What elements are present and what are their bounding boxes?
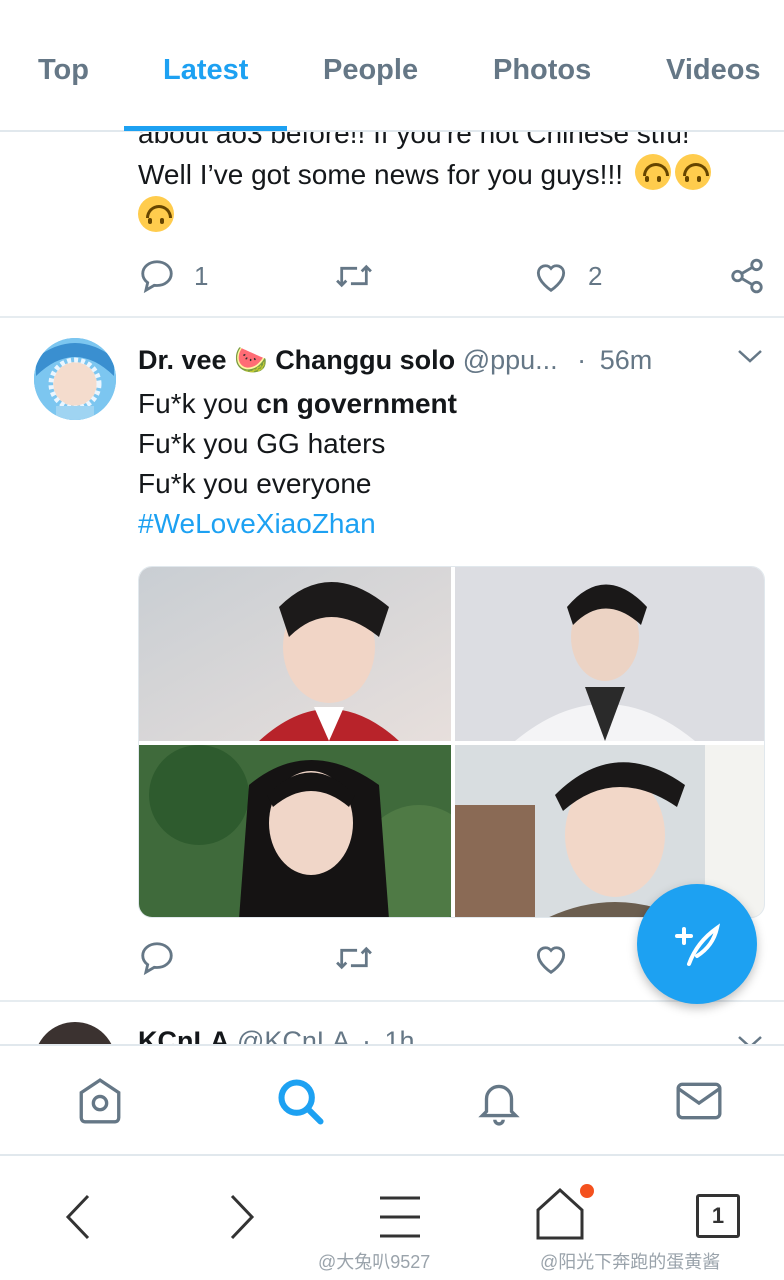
dot-separator: · [577,345,587,375]
heart-icon [536,946,566,974]
heart-icon [536,264,566,292]
share-button[interactable] [728,256,766,296]
retweet-icon [336,264,372,288]
tweet-divider [0,316,784,318]
handle[interactable]: @ppu... [463,345,558,375]
mail-icon [676,1082,722,1120]
reply-icon [141,942,173,976]
watermark-left: @大兔叭9527 [318,1252,431,1272]
reply-button[interactable]: 1 [138,256,208,296]
retweet-button[interactable] [334,938,374,978]
timestamp: 56m [599,345,653,375]
search-icon [278,1079,324,1125]
chevron-down-icon [738,350,762,363]
nav-home[interactable] [75,1076,125,1126]
tab-photos[interactable]: Photos [493,54,591,87]
upside-down-face-emoji-icon [674,154,711,190]
bell-icon [478,1084,520,1126]
tweet-actions: 1 2 [138,256,768,296]
tweet-text-line: Well I’ve got some news for you guys!!! [138,159,624,190]
tweet-header: Dr. vee 🍉 Changgu solo @ppu... · 56m [138,344,652,376]
menu-button[interactable] [378,1194,422,1245]
active-tab-indicator [124,126,287,131]
hashtag-link[interactable]: #WeLoveXiaoZhan [138,504,768,544]
tab-people[interactable]: People [323,54,418,87]
back-button[interactable] [62,1192,96,1247]
retweet-icon [336,946,372,970]
emoji-line [138,196,174,232]
hamburger-menu-icon [380,1196,420,1238]
browser-home-button[interactable] [534,1184,594,1247]
tweet-line-3: Fu*k you everyone [138,468,372,499]
home-icon [79,1078,121,1124]
like-button[interactable] [532,938,570,978]
tweet-body: Fu*k you cn government Fu*k you GG hater… [138,384,768,544]
tab-top[interactable]: Top [38,54,89,87]
tweet-line-1: Fu*k you cn government [138,384,768,424]
photo-1-image [139,567,451,741]
tweet-menu-button[interactable] [736,1032,764,1044]
tweet-line-1-text: Fu*k you [138,388,257,419]
tweet-menu-button[interactable] [736,346,764,371]
watermark-right: @阳光下奔跑的蛋黄酱 [540,1252,721,1272]
handle[interactable]: @KCnLA [237,1026,348,1044]
house-icon [536,1187,584,1240]
photo-3-image [139,745,451,917]
like-count: 2 [588,260,603,291]
forward-button[interactable] [224,1192,258,1247]
tab-count: 1 [711,1203,725,1228]
nav-notifications[interactable] [474,1076,524,1126]
chevron-down-icon [738,1036,762,1044]
avatar[interactable] [34,338,116,420]
bottom-navigation [0,1044,784,1156]
reply-count: 1 [194,260,209,291]
retweet-button[interactable] [334,256,374,296]
chevron-left-icon [65,1194,90,1240]
notification-dot [580,1184,594,1198]
avatar-image [34,338,116,420]
reply-icon [141,260,173,294]
upside-down-face-emoji-icon [138,196,174,232]
timestamp: 1h [384,1026,415,1044]
photo-2[interactable] [455,567,764,741]
nav-search[interactable] [275,1076,325,1126]
tweet-text-partial: about ao3 before!! If you're not Chinese… [138,132,690,149]
tweet-text: Well I’ve got some news for you guys!!! [138,154,768,195]
chevron-right-icon [230,1194,255,1240]
tweet-header: KCnLA @KCnLA · 1h [138,1026,415,1044]
photo-3[interactable] [139,745,451,917]
tabs-button[interactable]: 1 [696,1194,740,1238]
search-tabs: Top Latest People Photos Videos [0,0,784,132]
dot-separator: · [361,1026,371,1044]
photo-2-image [455,567,764,741]
tweet-line-2: Fu*k you GG haters [138,428,386,459]
tweet-line-1-bold: cn government [256,388,457,419]
reply-button[interactable] [138,938,176,978]
nav-messages[interactable] [674,1076,724,1126]
compose-quill-icon [675,923,721,966]
avatar[interactable] [34,1022,116,1044]
display-name[interactable]: Dr. vee 🍉 Changgu solo [138,345,455,375]
tab-latest[interactable]: Latest [163,54,248,87]
share-icon [731,258,763,294]
display-name[interactable]: KCnLA [138,1026,229,1044]
tweet-divider [0,1000,784,1002]
compose-tweet-button[interactable] [637,884,757,1004]
photo-1[interactable] [139,567,451,741]
upside-down-face-emoji-icon [634,154,671,190]
like-button[interactable]: 2 [532,256,602,296]
tab-videos[interactable]: Videos [666,54,761,87]
photo-grid [138,566,765,918]
